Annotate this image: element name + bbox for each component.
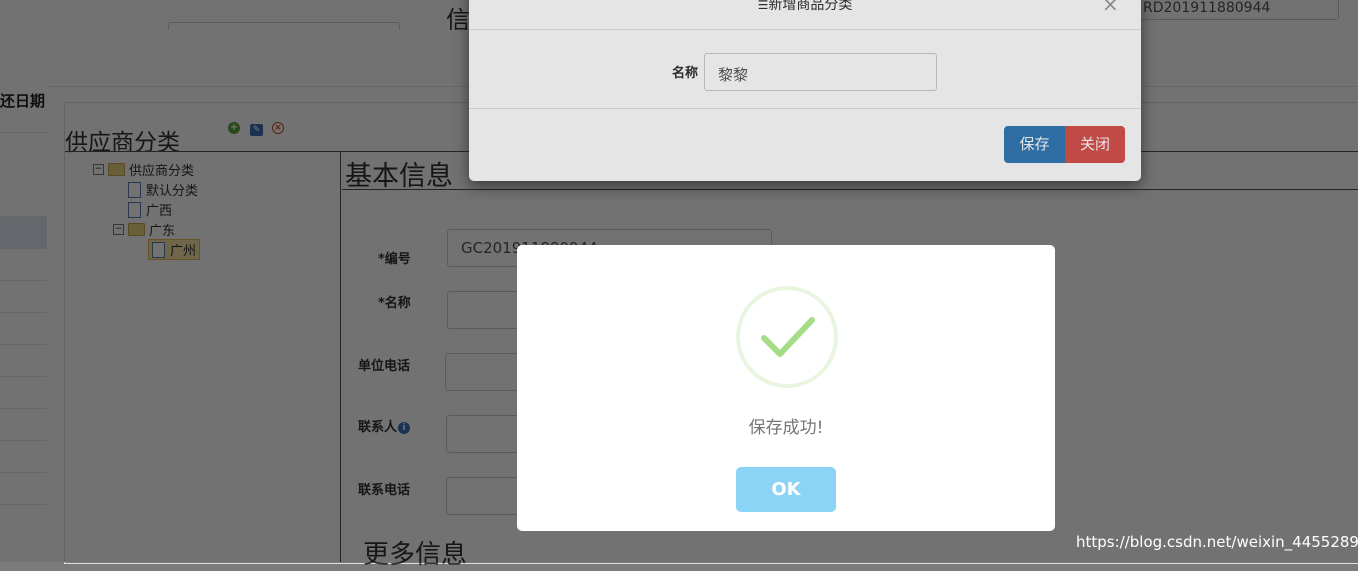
success-check-icon [736, 286, 838, 388]
alert-message: 保存成功! [748, 418, 824, 438]
watermark: https://blog.csdn.net/weixin_44552898 [1076, 533, 1358, 551]
ok-button[interactable]: OK [736, 467, 836, 512]
success-alert: 保存成功! OK [517, 245, 1055, 531]
